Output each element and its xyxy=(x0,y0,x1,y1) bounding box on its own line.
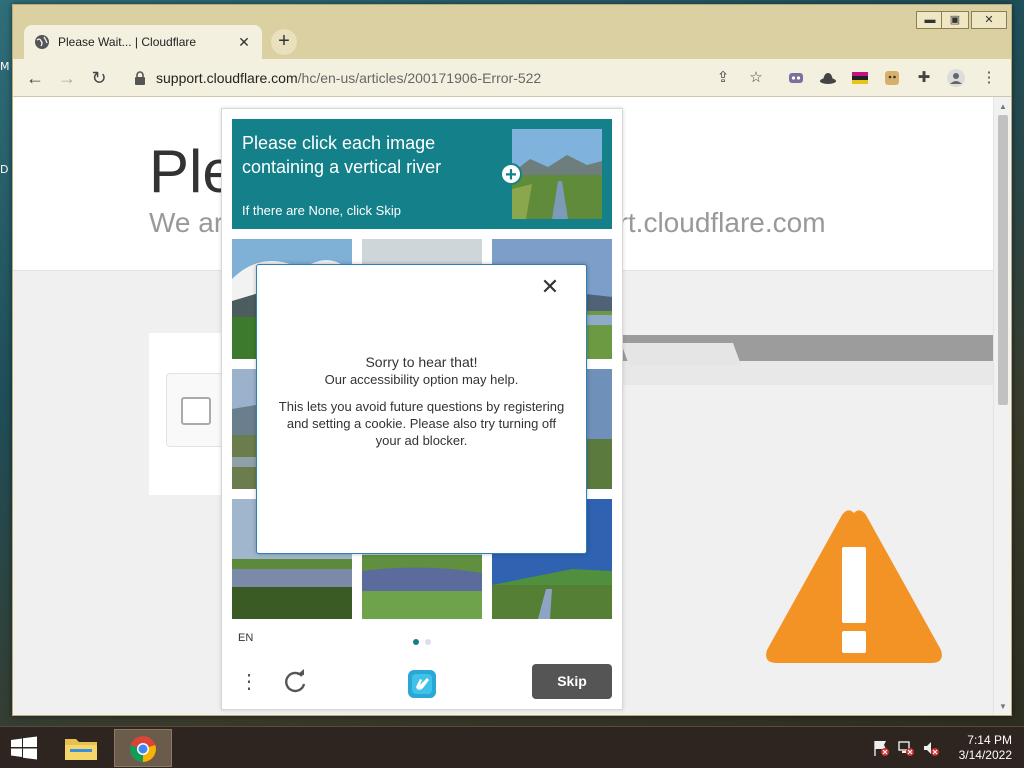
dialog-close-icon[interactable]: ✕ xyxy=(538,275,562,299)
folder-icon xyxy=(65,739,97,760)
forward-arrow-icon[interactable]: → xyxy=(53,65,81,91)
page-subtitle-domain: ort.cloudflare.com xyxy=(603,207,826,238)
lock-icon[interactable] xyxy=(133,70,147,86)
extensions-puzzle-icon[interactable]: ✚ xyxy=(914,68,934,88)
profile-avatar-icon[interactable] xyxy=(946,68,966,88)
close-window-button[interactable]: ✕ xyxy=(971,11,1007,29)
scroll-thumb[interactable] xyxy=(998,115,1008,405)
network-icon[interactable] xyxy=(897,739,915,757)
browser-toolbar: ← → ↻ support.cloudflare.com/hc/en-us/ar… xyxy=(13,59,1011,97)
taskbar: 7:14 PM 3/14/2022 xyxy=(0,726,1024,768)
address-bar[interactable]: support.cloudflare.com/hc/en-us/articles… xyxy=(156,70,541,86)
menu-icon[interactable]: ⋮ xyxy=(238,669,260,695)
dialog-message: Sorry to hear that! Our accessibility op… xyxy=(273,354,570,449)
page-indicator-dot xyxy=(413,639,419,645)
extension-colorbar-icon[interactable] xyxy=(850,68,870,88)
flag-alert-icon[interactable] xyxy=(872,739,890,757)
tab-title: Please Wait... | Cloudflare xyxy=(58,35,197,49)
hcaptcha-logo-icon xyxy=(408,670,436,698)
page-subtitle: We ar xyxy=(149,207,224,238)
title-bar: Please Wait... | Cloudflare ✕ + ▬ ▣ ✕ xyxy=(13,5,1011,59)
language-selector[interactable]: EN xyxy=(238,632,253,644)
skip-button[interactable]: Skip xyxy=(532,664,612,699)
extension-alien-icon[interactable] xyxy=(786,68,806,88)
clock-time: 7:14 PM xyxy=(967,733,1012,747)
desktop-icon-label: D xyxy=(0,163,9,176)
globe-icon xyxy=(35,35,49,49)
accessibility-dialog: ✕ Sorry to hear that! Our accessibility … xyxy=(256,264,587,554)
dialog-subline: Our accessibility option may help. xyxy=(324,372,519,387)
extension-doge-icon[interactable] xyxy=(882,68,902,88)
chrome-icon xyxy=(130,736,156,762)
example-image[interactable] xyxy=(512,129,602,219)
chrome-taskbar-button[interactable] xyxy=(114,729,172,767)
bookmark-star-icon[interactable]: ☆ xyxy=(746,68,766,88)
new-tab-button[interactable]: + xyxy=(271,29,297,55)
back-arrow-icon[interactable]: ← xyxy=(21,65,49,91)
minimize-button[interactable]: ▬ xyxy=(916,11,944,29)
share-icon[interactable]: ⇪ xyxy=(713,68,733,88)
scroll-down-icon[interactable]: ▼ xyxy=(994,699,1011,715)
volume-muted-icon[interactable] xyxy=(922,739,940,757)
url-host: support.cloudflare.com xyxy=(156,70,298,86)
file-explorer-button[interactable] xyxy=(52,729,110,767)
scroll-up-icon[interactable]: ▲ xyxy=(994,99,1011,115)
desktop-icon-label: M xyxy=(0,60,10,73)
dialog-headline: Sorry to hear that! xyxy=(365,354,478,370)
challenge-prompt: Please click each image containing a ver… xyxy=(232,119,612,229)
maximize-button[interactable]: ▣ xyxy=(941,11,969,29)
browser-menu-icon[interactable]: ⋮ xyxy=(979,68,999,88)
clock-date: 3/14/2022 xyxy=(958,748,1012,762)
warning-icon xyxy=(766,510,942,663)
prompt-text: Please click each image containing a ver… xyxy=(242,133,442,177)
captcha-checkbox[interactable] xyxy=(181,397,211,425)
page-indicator-dot xyxy=(425,639,431,645)
url-path: /hc/en-us/articles/200171906-Error-522 xyxy=(297,70,542,86)
extension-hat-icon[interactable] xyxy=(818,68,838,88)
refresh-icon[interactable] xyxy=(280,667,310,697)
page-banner-tab xyxy=(621,343,742,365)
tab-cloudflare[interactable]: Please Wait... | Cloudflare ✕ xyxy=(24,25,262,59)
prompt-hint: If there are None, click Skip xyxy=(242,203,401,218)
windows-start-icon[interactable] xyxy=(10,736,38,760)
reload-icon[interactable]: ↻ xyxy=(85,65,113,91)
tab-close-icon[interactable]: ✕ xyxy=(236,34,252,50)
plus-icon[interactable]: + xyxy=(500,163,522,186)
page-scrollbar[interactable]: ▲ ▼ xyxy=(993,97,1011,715)
dialog-body: This lets you avoid future questions by … xyxy=(278,399,565,448)
system-clock[interactable]: 7:14 PM 3/14/2022 xyxy=(959,733,1012,763)
